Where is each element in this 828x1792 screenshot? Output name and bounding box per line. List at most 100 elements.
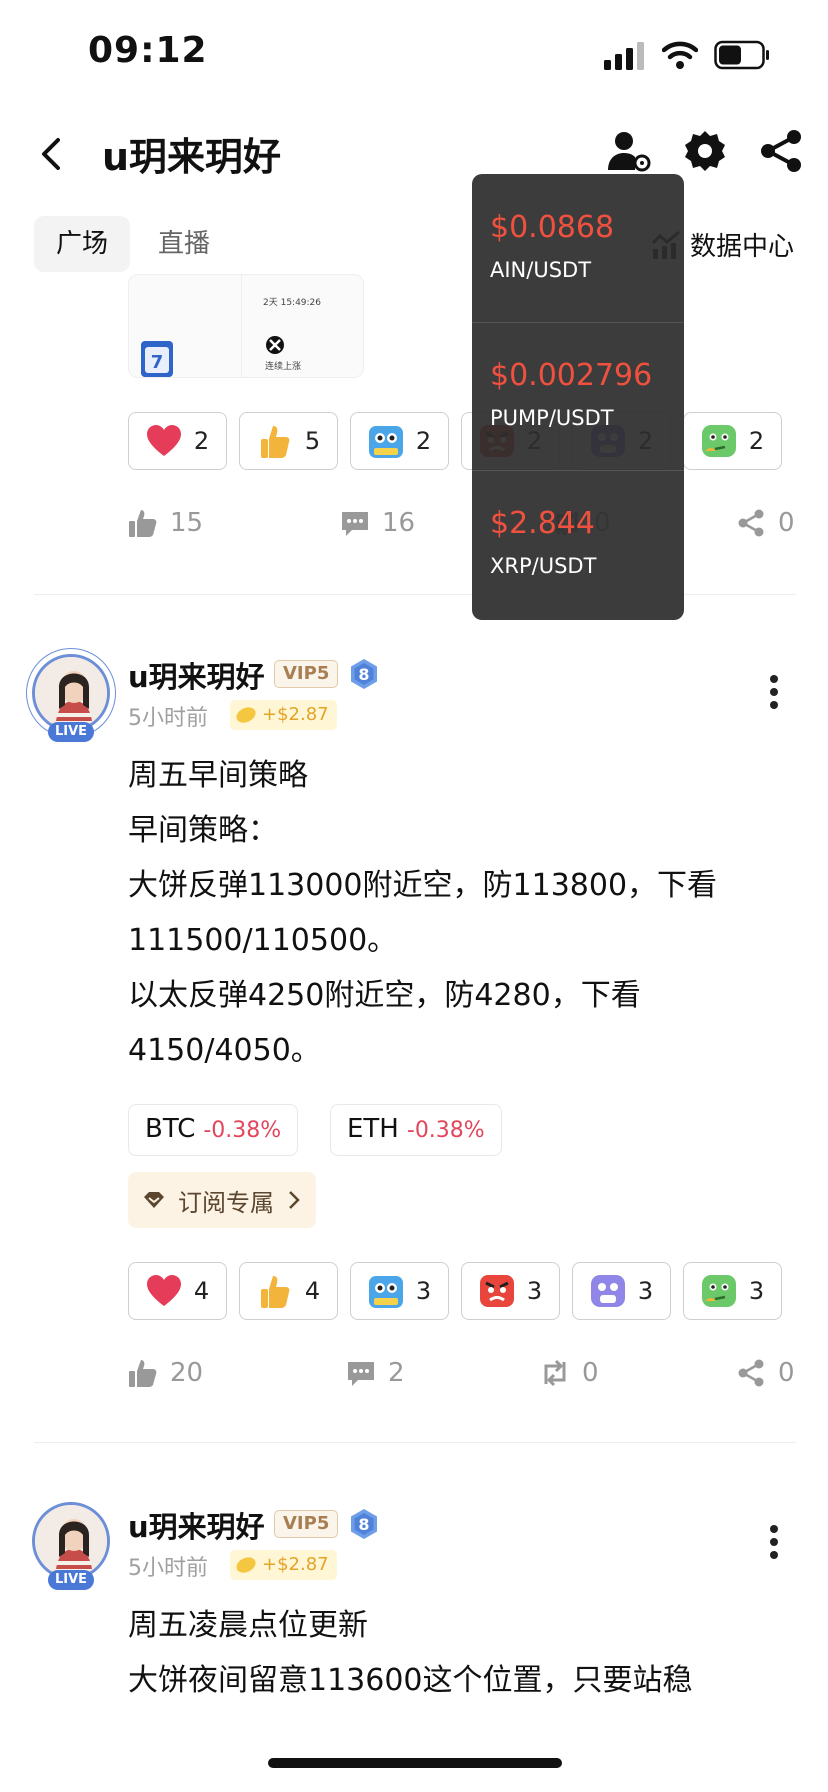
hodl-icon bbox=[368, 423, 404, 459]
repost-count: 0 bbox=[582, 1358, 599, 1388]
earnings-amount: +$2.87 bbox=[262, 704, 329, 725]
post-image[interactable]: 2天 15:49:26 连续上涨 7 bbox=[128, 274, 364, 378]
ticker-symbol: BTC bbox=[145, 1114, 196, 1144]
battery-icon bbox=[714, 40, 769, 70]
ticker-btc[interactable]: BTC -0.38% bbox=[128, 1104, 299, 1156]
reaction-scared[interactable]: 3 bbox=[572, 1262, 671, 1320]
post-line: 早间策略： bbox=[128, 813, 278, 848]
share-icon[interactable] bbox=[758, 128, 804, 174]
ticker-change: -0.38% bbox=[203, 1118, 282, 1143]
tip-icon bbox=[236, 707, 256, 723]
author-name[interactable]: u玥来玥好 bbox=[128, 1504, 265, 1546]
user-manage-icon[interactable] bbox=[606, 128, 652, 174]
post-content[interactable]: 周五早间策略 早间策略： 大饼反弹113000附近空，防113800，下看 11… bbox=[128, 748, 800, 1078]
popup-item-pump[interactable]: $0.002796 PUMP/USDT bbox=[472, 322, 684, 470]
post-line: 以太反弹4250附近空，防4280，下看 bbox=[128, 978, 641, 1013]
reaction-thinking[interactable]: 2 bbox=[683, 412, 782, 470]
like-button[interactable]: 15 bbox=[128, 508, 203, 538]
comment-button[interactable]: 2 bbox=[346, 1358, 405, 1388]
like-icon bbox=[129, 510, 157, 537]
popup-item-xrp[interactable]: $2.844 XRP/USDT bbox=[472, 470, 684, 618]
post-content[interactable]: 周五凌晨点位更新 大饼夜间留意113600这个位置，只要站稳 bbox=[128, 1598, 800, 1708]
status-time: 09:12 bbox=[88, 30, 208, 71]
scared-icon bbox=[590, 1273, 626, 1309]
share-icon bbox=[738, 1359, 764, 1387]
wifi-icon bbox=[662, 41, 698, 69]
author-name[interactable]: u玥来玥好 bbox=[128, 654, 265, 696]
tab-live[interactable]: 直播 bbox=[136, 216, 232, 272]
like-count: 20 bbox=[170, 1358, 204, 1388]
popup-price: $2.844 bbox=[490, 506, 595, 541]
action-bar: 20 2 0 0 bbox=[128, 1358, 800, 1398]
share-post-button[interactable]: 0 bbox=[736, 508, 795, 538]
post-line: 周五凌晨点位更新 bbox=[128, 1608, 368, 1643]
like-count: 15 bbox=[170, 508, 204, 538]
reaction-count: 3 bbox=[748, 1277, 765, 1305]
avatar[interactable] bbox=[32, 1502, 110, 1580]
calendar-seven-icon: 7 bbox=[141, 341, 173, 377]
reaction-heart[interactable]: 4 bbox=[128, 1262, 227, 1320]
hodl-icon bbox=[368, 1273, 404, 1309]
svg-text:7: 7 bbox=[151, 352, 164, 373]
comment-icon bbox=[348, 1362, 374, 1386]
thinking-icon bbox=[701, 423, 737, 459]
popup-price: $0.002796 bbox=[490, 358, 653, 393]
post-line: 111500/110500。 bbox=[128, 923, 398, 958]
gear-icon[interactable] bbox=[682, 128, 728, 174]
price-popup: $0.0868 AIN/USDT $0.002796 PUMP/USDT $2.… bbox=[472, 174, 684, 620]
back-arrow-icon[interactable] bbox=[34, 132, 70, 176]
subscribe-exclusive-button[interactable]: 订阅专属 bbox=[128, 1172, 316, 1228]
reaction-thumbs-up[interactable]: 5 bbox=[239, 412, 338, 470]
like-icon bbox=[129, 1360, 157, 1387]
level-number: 8 bbox=[358, 1515, 369, 1534]
avatar[interactable] bbox=[32, 654, 110, 732]
reaction-count: 2 bbox=[415, 427, 432, 455]
avatar-photo bbox=[35, 1505, 107, 1577]
share-icon bbox=[738, 509, 764, 537]
reaction-hodl[interactable]: 2 bbox=[350, 412, 449, 470]
reaction-count: 2 bbox=[193, 427, 210, 455]
reaction-angry[interactable]: 3 bbox=[461, 1262, 560, 1320]
reaction-count: 3 bbox=[637, 1277, 654, 1305]
image-text-label: 连续上涨 bbox=[265, 362, 302, 372]
status-bar: 09:12 bbox=[0, 0, 828, 110]
image-text-countdown: 2天 15:49:26 bbox=[263, 298, 322, 308]
share-post-button[interactable]: 0 bbox=[736, 1358, 795, 1388]
reaction-count: 5 bbox=[304, 427, 321, 455]
vip-badge: VIP5 bbox=[274, 660, 339, 688]
live-badge: LIVE bbox=[48, 722, 94, 742]
page-title: u玥来玥好 bbox=[102, 135, 282, 179]
popup-pair: XRP/USDT bbox=[490, 554, 597, 578]
comment-button[interactable]: 16 bbox=[340, 508, 415, 538]
level-number: 8 bbox=[358, 665, 369, 684]
tab-square[interactable]: 广场 bbox=[34, 216, 131, 272]
reaction-count: 4 bbox=[193, 1277, 210, 1305]
like-button[interactable]: 20 bbox=[128, 1358, 203, 1388]
repost-button[interactable]: 0 bbox=[540, 1358, 599, 1388]
reaction-thinking[interactable]: 3 bbox=[683, 1262, 782, 1320]
popup-item-ain[interactable]: $0.0868 AIN/USDT bbox=[472, 174, 684, 322]
reaction-thumbs-up[interactable]: 4 bbox=[239, 1262, 338, 1320]
home-indicator[interactable] bbox=[268, 1758, 562, 1768]
reaction-hodl[interactable]: 3 bbox=[350, 1262, 449, 1320]
post-line: 周五早间策略 bbox=[128, 758, 308, 793]
more-options-icon[interactable] bbox=[764, 1522, 784, 1562]
post-time: 5小时前 bbox=[128, 706, 208, 731]
divider bbox=[34, 1442, 796, 1443]
header: u玥来玥好 bbox=[0, 110, 828, 210]
popup-price: $0.0868 bbox=[490, 210, 615, 245]
post-line: 4150/4050。 bbox=[128, 1033, 321, 1068]
comment-count: 2 bbox=[388, 1358, 405, 1388]
more-options-icon[interactable] bbox=[764, 672, 784, 712]
ticker-eth[interactable]: ETH -0.38% bbox=[330, 1104, 502, 1156]
reaction-count: 3 bbox=[526, 1277, 543, 1305]
ticker-change: -0.38% bbox=[406, 1118, 485, 1143]
reaction-bar: 4 4 3 3 3 3 bbox=[128, 1262, 782, 1320]
subscribe-label: 订阅专属 bbox=[178, 1188, 274, 1217]
share-count: 0 bbox=[778, 1358, 795, 1388]
thumbs-up-icon bbox=[257, 423, 293, 459]
reaction-heart[interactable]: 2 bbox=[128, 412, 227, 470]
level-badge-icon: 8 bbox=[351, 659, 377, 689]
comment-count: 16 bbox=[382, 508, 416, 538]
tip-icon bbox=[236, 1557, 256, 1573]
